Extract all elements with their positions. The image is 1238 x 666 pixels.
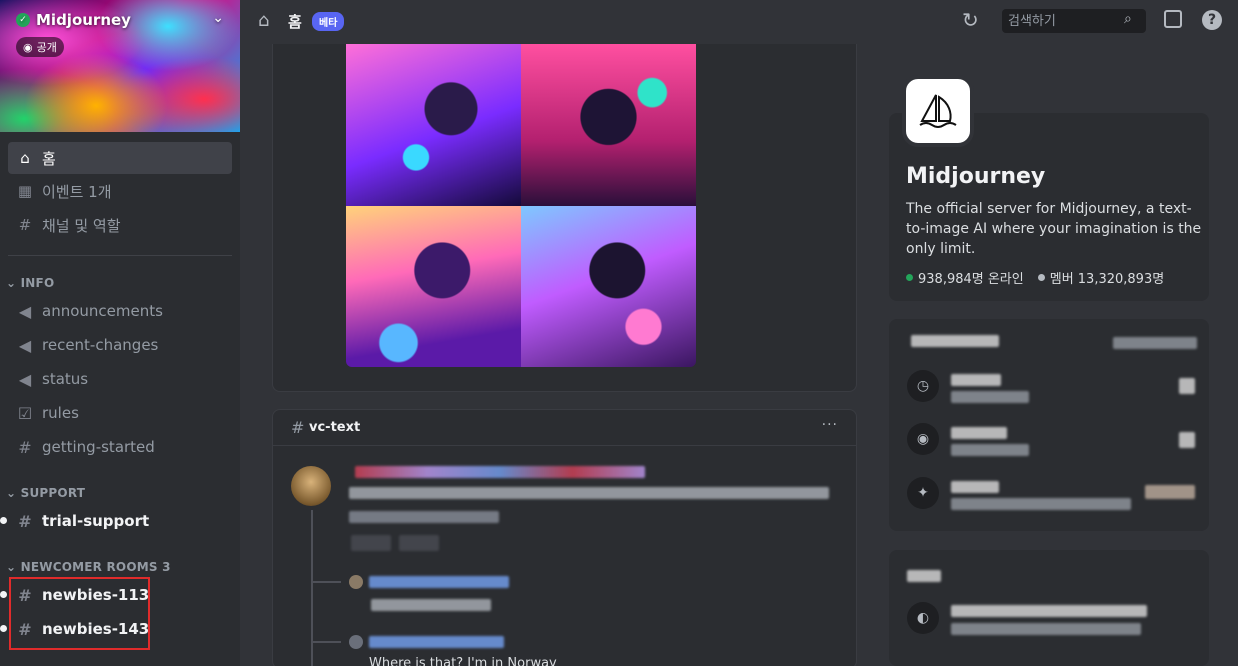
reaction[interactable] bbox=[399, 535, 439, 551]
globe-icon: ◉ bbox=[23, 40, 33, 54]
blurred-username bbox=[369, 636, 504, 648]
avatar[interactable] bbox=[349, 575, 363, 589]
channel-rules[interactable]: ☑ rules bbox=[8, 397, 232, 429]
avatar[interactable] bbox=[291, 466, 331, 506]
blurred-message-line bbox=[349, 511, 499, 523]
about-server-name: Midjourney bbox=[906, 164, 1046, 189]
avatar[interactable] bbox=[349, 635, 363, 649]
generated-image[interactable] bbox=[521, 205, 696, 367]
thread-header[interactable]: # vc-text ··· bbox=[273, 410, 856, 446]
reaction[interactable] bbox=[351, 535, 391, 551]
blurred-text bbox=[951, 391, 1029, 403]
online-count: 938,984명 온라인 bbox=[906, 268, 1024, 287]
sailboat-logo-icon bbox=[919, 94, 957, 128]
link-icon: ◐ bbox=[907, 602, 939, 634]
search-icon: ⌕ bbox=[1124, 11, 1132, 27]
channels-roles-icon: # bbox=[18, 216, 32, 234]
blurred-text bbox=[951, 498, 1131, 510]
nav-item-home[interactable]: ⌂ 홈 bbox=[8, 142, 232, 174]
nav-item-channels-roles[interactable]: # 채널 및 역할 bbox=[8, 209, 232, 241]
server-header[interactable]: ✓ Midjourney bbox=[16, 11, 131, 29]
channel-announcements[interactable]: ◀ announcements bbox=[8, 295, 232, 327]
member-dot-icon bbox=[1037, 274, 1045, 281]
chevron-down-icon: ⌄ bbox=[6, 560, 21, 574]
blurred-text bbox=[1113, 337, 1197, 349]
chevron-down-icon: ⌄ bbox=[6, 486, 21, 500]
category-newcomer-rooms[interactable]: ⌄ NEWCOMER ROOMS 3 bbox=[6, 560, 171, 574]
highlight-box bbox=[9, 577, 150, 650]
online-dot-icon bbox=[906, 274, 913, 281]
chevron-down-icon: ⌄ bbox=[6, 276, 21, 290]
blurred-avatars bbox=[1145, 485, 1195, 499]
server-sidebar: ✓ Midjourney ⌄ ◉ 공개 ⌂ 홈 ▦ 이벤트 1개 # 채널 및 … bbox=[0, 0, 240, 666]
more-options-icon[interactable]: ··· bbox=[822, 417, 838, 433]
home-icon: ⌂ bbox=[20, 149, 30, 167]
public-badge: ◉ 공개 bbox=[16, 37, 64, 57]
reply-hook bbox=[311, 641, 341, 643]
beta-badge: 베타 bbox=[312, 12, 345, 31]
channel-recent-changes[interactable]: ◀ recent-changes bbox=[8, 329, 232, 361]
member-count: 멤버 13,320,893명 bbox=[1037, 268, 1164, 287]
blurred-text bbox=[951, 444, 1029, 456]
blurred-text bbox=[951, 605, 1147, 617]
feed-card-thread: # vc-text ··· Where is that? I'm in Norw… bbox=[272, 409, 857, 666]
compass-icon: ✦ bbox=[907, 477, 939, 509]
channel-status[interactable]: ◀ status bbox=[8, 363, 232, 395]
thread-channel-name: vc-text bbox=[309, 420, 361, 435]
rules-check-icon: ☑ bbox=[17, 403, 33, 423]
unread-dot bbox=[0, 591, 7, 598]
clock-icon: ◷ bbox=[907, 370, 939, 402]
channel-getting-started[interactable]: # getting-started bbox=[8, 431, 232, 463]
blurred-text bbox=[951, 623, 1141, 635]
image-grid[interactable] bbox=[346, 44, 696, 367]
refresh-icon[interactable]: ↻ bbox=[962, 8, 979, 32]
server-events-card: ◷ ◉ ✦ bbox=[889, 319, 1209, 531]
sidebar-divider bbox=[8, 255, 232, 256]
blurred-message-line bbox=[371, 599, 491, 611]
server-banner[interactable]: ✓ Midjourney ⌄ ◉ 공개 bbox=[0, 0, 240, 132]
feed-card-image-post bbox=[272, 44, 857, 392]
help-icon[interactable]: ? bbox=[1202, 10, 1222, 30]
blurred-message-line bbox=[349, 487, 829, 499]
server-name: Midjourney bbox=[36, 11, 131, 29]
blurred-icon bbox=[1179, 432, 1195, 448]
verified-icon: ✓ bbox=[16, 13, 30, 27]
calendar-icon: ▦ bbox=[17, 182, 33, 200]
hash-icon: # bbox=[18, 437, 32, 457]
globe-icon: ◉ bbox=[907, 423, 939, 455]
top-bar: ⌂ 홈 베타 ↻ ⌕ ? bbox=[240, 0, 1238, 44]
generated-image[interactable] bbox=[521, 44, 696, 206]
reply-hook bbox=[311, 581, 341, 583]
nav-item-events[interactable]: ▦ 이벤트 1개 bbox=[8, 175, 232, 207]
category-info[interactable]: ⌄ INFO bbox=[6, 276, 54, 290]
blurred-username bbox=[355, 466, 645, 478]
blurred-text bbox=[951, 374, 1001, 386]
unread-dot bbox=[0, 517, 7, 524]
message-text: Where is that? I'm in Norway bbox=[369, 656, 557, 666]
server-icon bbox=[902, 75, 974, 147]
generated-image[interactable] bbox=[346, 205, 521, 367]
about-description: The official server for Midjourney, a te… bbox=[906, 201, 1202, 257]
hash-icon: # bbox=[291, 418, 305, 437]
chevron-down-icon[interactable]: ⌄ bbox=[212, 10, 224, 26]
blurred-text bbox=[951, 427, 1007, 439]
inbox-icon[interactable] bbox=[1164, 10, 1182, 28]
announcement-icon: ◀ bbox=[18, 335, 32, 355]
generated-image[interactable] bbox=[346, 44, 521, 206]
blurred-icon bbox=[1179, 378, 1195, 394]
announcement-icon: ◀ bbox=[18, 301, 32, 321]
unread-dot bbox=[0, 625, 7, 632]
blurred-username bbox=[369, 576, 509, 588]
page-title: 홈 bbox=[288, 13, 302, 31]
server-stats: 938,984명 온라인 멤버 13,320,893명 bbox=[906, 268, 1164, 287]
server-links-card: ◐ bbox=[889, 550, 1209, 666]
blurred-heading bbox=[907, 570, 941, 582]
category-support[interactable]: ⌄ SUPPORT bbox=[6, 486, 85, 500]
channel-trial-support[interactable]: # trial-support bbox=[0, 505, 232, 537]
blurred-text bbox=[951, 481, 999, 493]
hash-icon: # bbox=[18, 511, 32, 531]
announcement-icon: ◀ bbox=[18, 369, 32, 389]
home-icon: ⌂ bbox=[258, 10, 270, 31]
blurred-heading bbox=[911, 335, 999, 347]
